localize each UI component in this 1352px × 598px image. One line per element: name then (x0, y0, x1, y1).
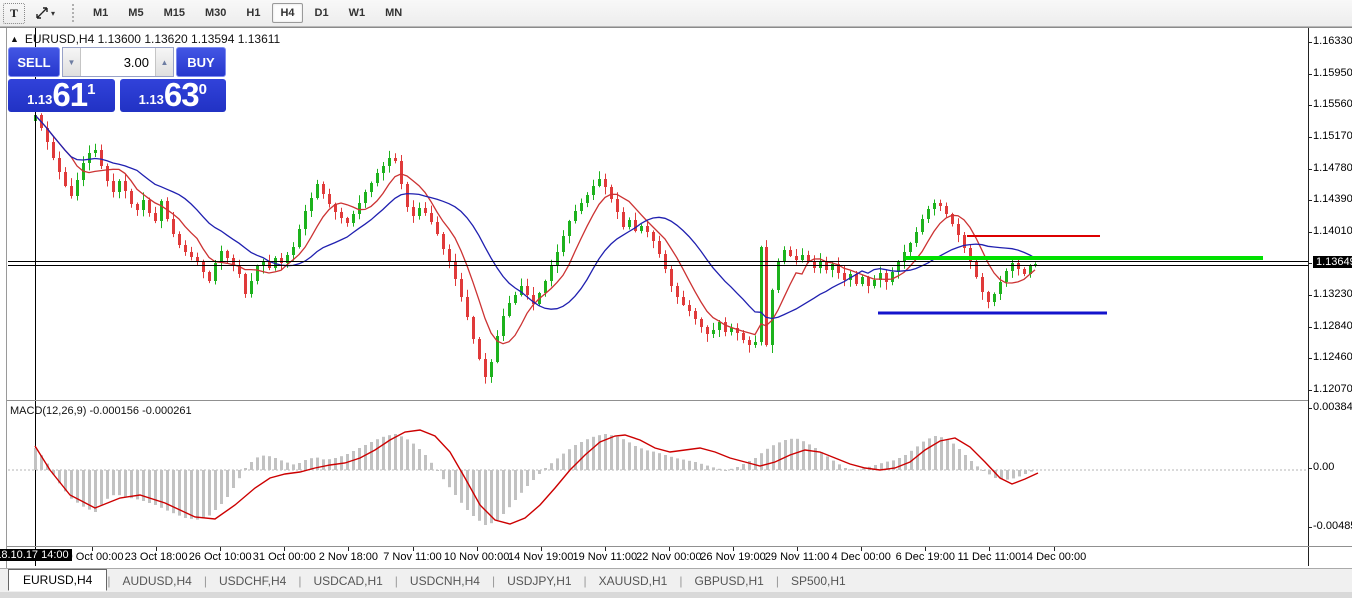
buy-price-prefix: 1.13 (139, 92, 164, 107)
sell-price-prefix: 1.13 (27, 92, 52, 107)
chart-title: ▲ EURUSD,H4 1.13600 1.13620 1.13594 1.13… (10, 32, 280, 46)
price-axis-label: 1.15170 (1313, 130, 1352, 142)
sell-button[interactable]: SELL (8, 47, 60, 77)
time-axis-label: 26 Nov 19:00 (700, 551, 765, 563)
volume-decrease-button[interactable]: ▼ (63, 48, 81, 76)
time-axis-label: 22 Nov 00:00 (636, 551, 701, 563)
price-axis-label: 1.14780 (1313, 162, 1352, 174)
price-axis-label: 1.12460 (1313, 351, 1352, 363)
time-axis-label: 7 Nov 11:00 (383, 551, 442, 563)
time-axis-label: 23 Oct 18:00 (125, 551, 188, 563)
time-axis-label: 2 Nov 18:00 (319, 551, 378, 563)
volume-increase-button[interactable]: ▲ (155, 48, 173, 76)
chart-tab-bar: EURUSD,H4|AUDUSD,H4|USDCHF,H4|USDCAD,H1|… (0, 568, 1352, 592)
window-bottom-edge (0, 592, 1352, 598)
price-axis-label: 1.13230 (1313, 288, 1352, 300)
chart-tab-eurusd-h4[interactable]: EURUSD,H4 (8, 569, 107, 591)
chart-tab-usdcnh-h4[interactable]: USDCNH,H4 (398, 572, 492, 590)
chart-tab-audusd-h4[interactable]: AUDUSD,H4 (110, 572, 203, 590)
pane-splitter[interactable] (7, 400, 1308, 401)
chart-tab-xauusd-h1[interactable]: XAUUSD,H1 (587, 572, 680, 590)
time-axis-label: 11 Dec 11:00 (957, 551, 1021, 563)
volume-input[interactable] (81, 48, 155, 76)
trade-widget-top-row: SELL ▼ ▲ BUY (8, 47, 226, 77)
chart-tab-gbpusd-h1[interactable]: GBPUSD,H1 (682, 572, 775, 590)
price-axis-label: 1.15560 (1313, 98, 1352, 110)
time-axis-label: 29 Nov 11:00 (765, 551, 830, 563)
chart-tab-usdjpy-h1[interactable]: USDJPY,H1 (495, 572, 583, 590)
chart-tab-usdcad-h1[interactable]: USDCAD,H1 (301, 572, 394, 590)
time-axis-label: 26 Oct 10:00 (189, 551, 252, 563)
time-axis-label: 6 Dec 19:00 (896, 551, 955, 563)
time-axis-label: 10 Nov 00:00 (444, 551, 509, 563)
chart-tab-sp500-h1[interactable]: SP500,H1 (779, 572, 858, 590)
macd-axis-label: 0.00 (1313, 461, 1334, 473)
buy-price-pips: 63 (164, 80, 199, 110)
price-axis-label: 1.16330 (1313, 35, 1352, 47)
macd-axis-label: -0.004856 (1313, 520, 1352, 532)
volume-spinner: ▼ ▲ (62, 47, 174, 77)
buy-button[interactable]: BUY (176, 47, 226, 77)
sell-price-pips: 61 (52, 80, 87, 110)
price-axis-label: 1.14390 (1313, 193, 1352, 205)
sell-price-point: 1 (87, 81, 95, 98)
macd-axis-label: 0.003847 (1313, 401, 1352, 413)
chart-title-text: EURUSD,H4 1.13600 1.13620 1.13594 1.1361… (25, 32, 280, 46)
buy-price-point: 0 (199, 81, 207, 98)
time-axis-label: 19 Nov 11:00 (572, 551, 637, 563)
price-axis-label: 1.15950 (1313, 67, 1352, 79)
macd-indicator-label: MACD(12,26,9) -0.000156 -0.000261 (10, 405, 192, 417)
collapse-panel-arrow-icon[interactable]: ▲ (10, 34, 19, 44)
trade-widget-price-row: 1.13 61 1 1.13 63 0 (8, 79, 226, 112)
crosshair-time-label: 2018.10.17 14:00 (0, 549, 72, 561)
buy-price-display[interactable]: 1.13 63 0 (120, 79, 227, 112)
time-axis-label: 14 Nov 19:00 (508, 551, 573, 563)
chart-tab-usdchf-h4[interactable]: USDCHF,H4 (207, 572, 298, 590)
time-axis-label: 14 Dec 00:00 (1021, 551, 1086, 563)
price-axis-label: 1.12840 (1313, 320, 1352, 332)
price-axis-label: 1.14010 (1313, 225, 1352, 237)
time-axis-divider (7, 546, 1352, 547)
one-click-trading-widget: SELL ▼ ▲ BUY 1.13 61 1 1.13 63 0 (8, 47, 226, 112)
time-axis-label: 31 Oct 00:00 (253, 551, 316, 563)
time-axis-label: 4 Dec 00:00 (832, 551, 891, 563)
crosshair-price-label: 1.13649 (1313, 256, 1352, 268)
price-axis-label: 1.12070 (1313, 383, 1352, 395)
sell-price-display[interactable]: 1.13 61 1 (8, 79, 115, 112)
price-axis-divider (1308, 28, 1309, 566)
